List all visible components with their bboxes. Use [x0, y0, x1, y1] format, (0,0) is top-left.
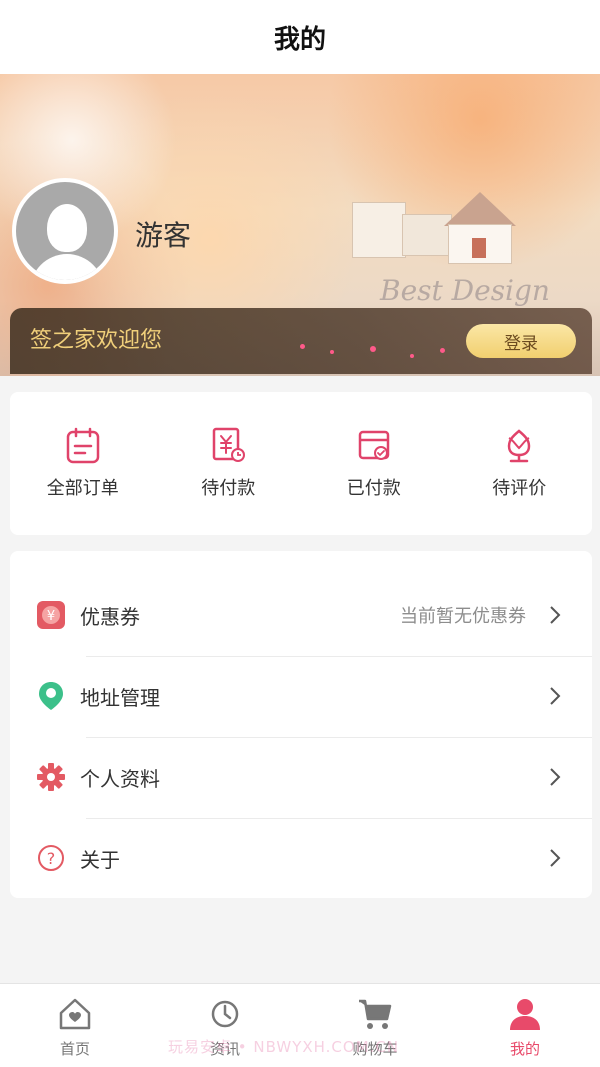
svg-text:?: ?: [47, 849, 56, 868]
order-paid[interactable]: 已付款: [301, 392, 447, 535]
tab-home-label: 首页: [59, 1040, 90, 1058]
home-icon: [59, 998, 91, 1030]
menu-item-coupon[interactable]: ¥ 优惠券 当前暂无优惠券: [10, 575, 592, 655]
order-paid-label: 已付款: [346, 478, 401, 499]
coupon-icon: ¥: [37, 601, 65, 629]
banner-decoration: Best Design: [380, 274, 550, 307]
question-icon: ?: [38, 845, 64, 871]
sparkle-decoration: [330, 350, 334, 354]
pending-payment-icon: [213, 427, 246, 462]
menu-item-address[interactable]: 地址管理: [10, 656, 592, 736]
orders-card: 全部订单 待付款 已付款 待评价: [10, 392, 592, 535]
menu-item-profile-label: 个人资料: [80, 766, 160, 791]
chevron-right-icon: [550, 849, 561, 867]
menu-item-about[interactable]: ? 关于: [10, 818, 592, 898]
avatar[interactable]: [12, 178, 118, 284]
settings-menu: ¥ 优惠券 当前暂无优惠券 地址管理 个人资料 ? 关于: [10, 551, 592, 898]
menu-item-address-label: 地址管理: [80, 685, 160, 710]
order-pending-payment-label: 待付款: [201, 478, 256, 499]
tab-mine-label: 我的: [509, 1040, 540, 1058]
news-icon: [211, 1000, 239, 1028]
order-pending-review[interactable]: 待评价: [447, 392, 593, 535]
cart-icon: [359, 999, 392, 1029]
avatar-head-icon: [47, 204, 87, 252]
username: 游客: [135, 219, 192, 252]
coupon-hint: 当前暂无优惠券: [400, 606, 526, 627]
user-icon: [510, 999, 540, 1030]
menu-item-coupon-label: 优惠券: [80, 604, 140, 629]
order-pending-payment[interactable]: 待付款: [156, 392, 302, 535]
location-icon: [39, 682, 63, 710]
banner-house: [352, 202, 406, 258]
sparkle-decoration: [300, 344, 305, 349]
paid-icon: [358, 430, 389, 460]
order-pending-review-label: 待评价: [492, 478, 547, 499]
sparkle-decoration: [440, 348, 445, 353]
sparkle-decoration: [410, 354, 414, 358]
order-all[interactable]: 全部订单: [10, 392, 156, 535]
banner-house-roof: [444, 192, 516, 226]
welcome-bar: 签之家欢迎您 登录: [10, 308, 592, 374]
tab-mine[interactable]: 我的: [450, 984, 600, 1067]
top-bar: 我的: [0, 0, 600, 74]
avatar-body-icon: [30, 254, 104, 280]
page-title: 我的: [273, 24, 326, 55]
menu-item-about-label: 关于: [80, 847, 120, 872]
all-orders-icon: [66, 427, 99, 464]
gear-icon: [37, 763, 65, 791]
chevron-right-icon: [550, 606, 561, 624]
svg-text:¥: ¥: [47, 609, 55, 624]
menu-item-profile[interactable]: 个人资料: [10, 737, 592, 817]
chevron-right-icon: [550, 687, 561, 705]
chevron-right-icon: [550, 768, 561, 786]
watermark: 玩易安卓 • NBWYXH.COM.CN: [168, 1038, 400, 1056]
login-button[interactable]: 登录: [466, 324, 576, 358]
banner-house-door: [472, 238, 486, 258]
welcome-text: 签之家欢迎您: [30, 328, 163, 353]
tab-home[interactable]: 首页: [0, 984, 150, 1067]
order-all-label: 全部订单: [46, 478, 119, 499]
sparkle-decoration: [370, 346, 376, 352]
pending-review-icon: [507, 429, 531, 463]
